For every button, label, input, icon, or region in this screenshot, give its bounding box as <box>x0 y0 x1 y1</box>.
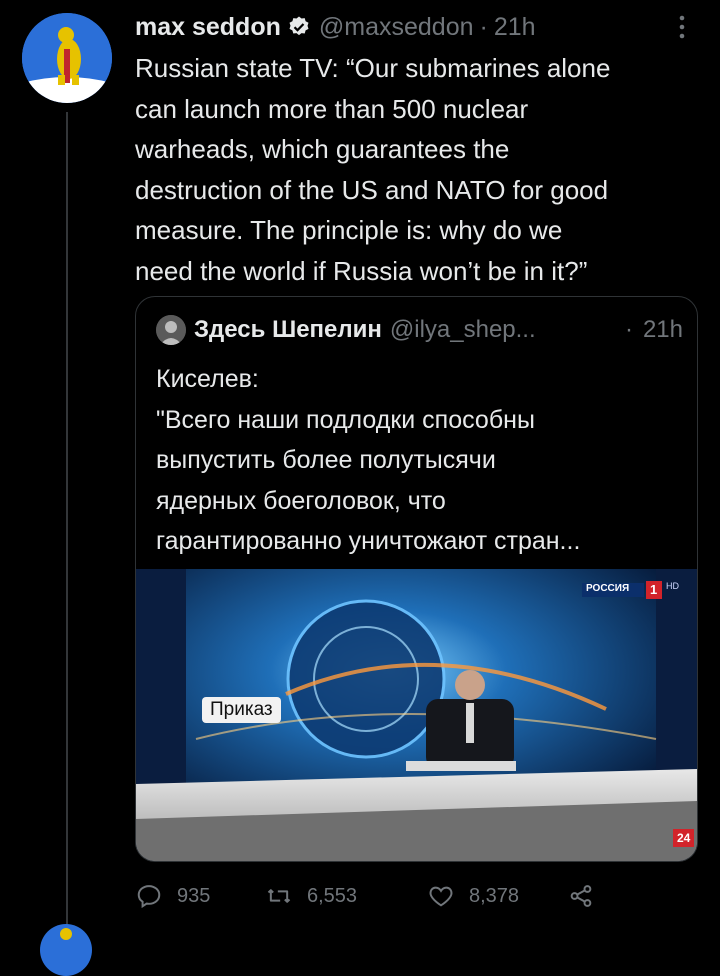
author-name[interactable]: max seddon <box>135 13 281 42</box>
quote-time: 21h <box>642 316 683 343</box>
reply-count: 935 <box>177 884 211 907</box>
retweet-button[interactable]: 6,553 <box>265 876 357 916</box>
author-avatar[interactable] <box>22 13 112 103</box>
retweet-count: 6,553 <box>307 884 358 907</box>
like-count: 8,378 <box>469 884 520 907</box>
tweet-text: Russian state TV: “Our submarines alone … <box>135 53 611 286</box>
channel-hd: HD <box>666 581 679 591</box>
share-button[interactable] <box>567 876 609 916</box>
quote-author-avatar <box>156 315 186 345</box>
quote-author-handle: @ilya_shep... <box>389 316 536 343</box>
channel-number: 1 <box>650 582 658 597</box>
share-icon <box>570 885 592 907</box>
like-icon <box>429 886 453 907</box>
separator-dot: · <box>479 12 488 41</box>
quote-author-name: Здесь Шепелин <box>194 316 382 343</box>
corner-badge: 24 <box>673 829 695 847</box>
caption-badge: Приказ <box>202 697 281 723</box>
tweet-header: max seddon @maxseddon · 21h <box>135 10 536 44</box>
reply-icon <box>137 885 161 909</box>
quote-text: Киселев: "Всего наши подлодки способны в… <box>156 365 581 555</box>
channel-logo: РОССИЯ <box>586 583 630 594</box>
thread-line <box>66 112 68 934</box>
quote-separator-dot: · <box>624 316 633 343</box>
quote-time-group: · 21h <box>625 315 683 345</box>
verified-badge-icon <box>287 15 311 39</box>
like-button[interactable]: 8,378 <box>427 876 519 916</box>
quote-media-image[interactable]: Приказ РОССИЯ 1 HD 24 <box>136 569 697 861</box>
quote-header: Здесь Шепелин @ilya_shep... <box>156 315 536 345</box>
quoted-tweet[interactable]: Здесь Шепелин @ilya_shep... · 21h Киселе… <box>135 296 698 862</box>
reply-button[interactable]: 935 <box>135 876 210 916</box>
tweet-time[interactable]: 21h <box>494 13 536 42</box>
more-options-icon[interactable] <box>670 12 694 42</box>
next-tweet-avatar[interactable] <box>40 924 92 976</box>
retweet-icon <box>267 889 291 903</box>
author-handle[interactable]: @maxseddon <box>319 13 474 42</box>
